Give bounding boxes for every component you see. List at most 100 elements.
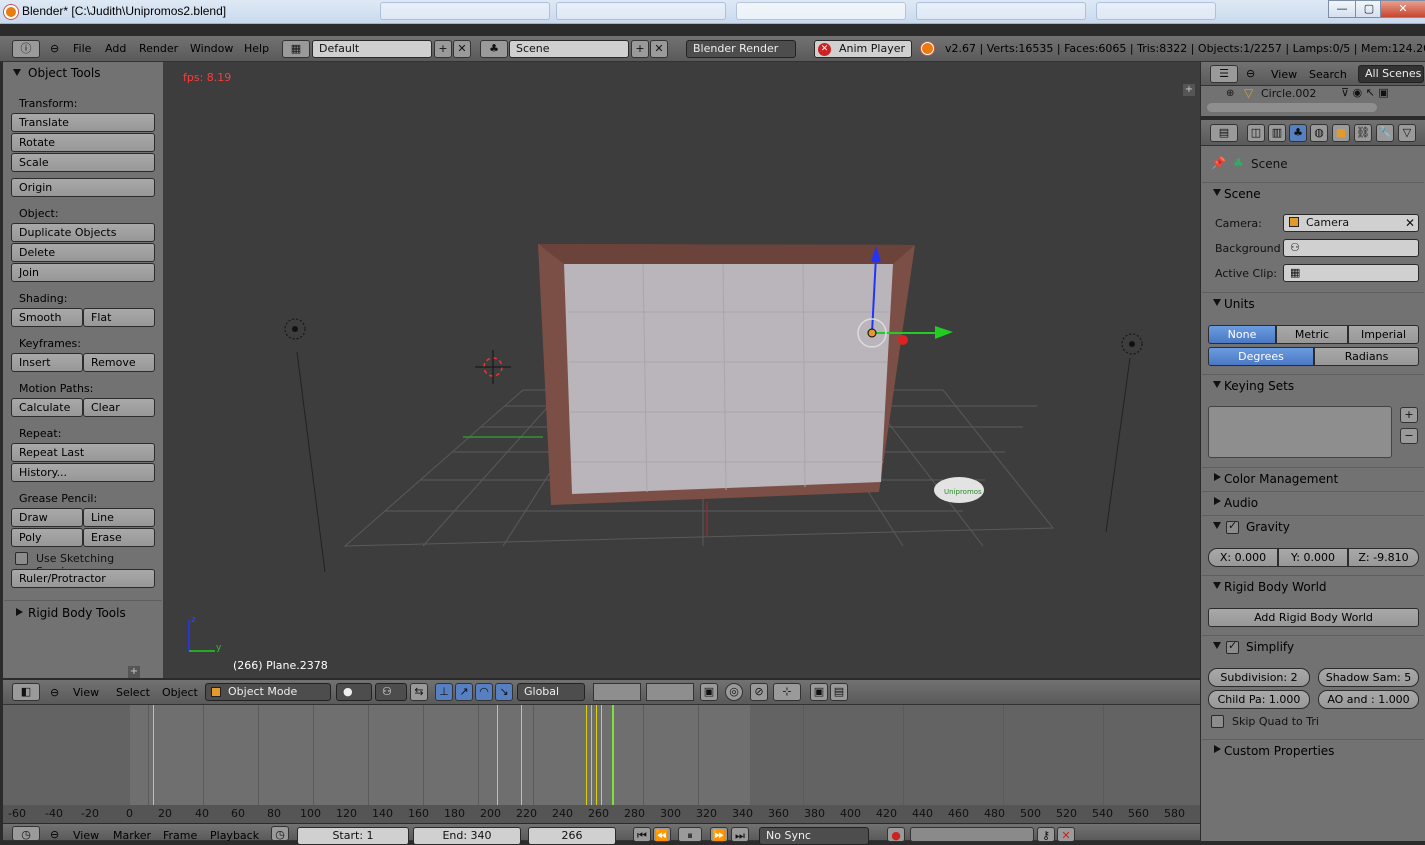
pin-icon[interactable]: 📌 <box>1211 156 1226 170</box>
menu-frame[interactable]: Frame <box>163 829 197 842</box>
rotate-manip-icon[interactable]: ◠ <box>475 683 493 701</box>
menu-file[interactable]: File <box>73 42 91 55</box>
layout-icon[interactable]: ▦ <box>282 40 310 58</box>
subdivision-field[interactable]: Subdivision: 2 <box>1208 668 1310 687</box>
smooth-button[interactable]: Smooth <box>11 308 83 327</box>
sketching-checkbox[interactable] <box>15 552 28 565</box>
tool-shelf-toggle-icon[interactable]: + <box>128 666 140 678</box>
add-keying-set-icon[interactable]: + <box>1400 407 1418 423</box>
ruler-button[interactable]: Ruler/Protractor <box>11 569 155 588</box>
translate-manip-icon[interactable]: ⊥ <box>435 683 453 701</box>
snap-element-icon[interactable]: ⊹ <box>773 683 801 701</box>
keyframe-marker[interactable] <box>586 705 587 805</box>
collapse-icon[interactable]: ⊖ <box>50 686 59 699</box>
scene-section-header[interactable]: Scene <box>1202 182 1424 206</box>
keying-set-field[interactable] <box>910 827 1034 842</box>
color-management-section-header[interactable]: Color Management <box>1202 467 1424 491</box>
sync-dropdown[interactable]: No Sync <box>759 827 869 845</box>
keying-sets-section-header[interactable]: Keying Sets <box>1202 374 1424 398</box>
collapse-icon[interactable]: ⊖ <box>50 42 59 55</box>
jump-end-icon[interactable]: ⏭ <box>731 827 749 842</box>
gravity-section-header[interactable]: Gravity <box>1202 515 1424 539</box>
expand-triangle-icon[interactable] <box>16 608 23 616</box>
remove-layout-icon[interactable]: ✕ <box>453 40 471 58</box>
next-keyframe-icon[interactable]: ⏩ <box>710 827 728 842</box>
menu-window[interactable]: Window <box>190 42 233 55</box>
menu-select[interactable]: Select <box>116 686 150 699</box>
outliner-scrollbar[interactable] <box>1207 103 1377 112</box>
preview-range-icon[interactable]: ◷ <box>271 826 289 841</box>
render-engine-dropdown[interactable]: Blender Render <box>686 40 796 58</box>
timeline-ruler[interactable]: -60 -40 -20 0 20 40 60 80 100 120 140 16… <box>3 805 1200 823</box>
layout-selector[interactable]: Default <box>312 40 432 58</box>
active-clip-field[interactable]: ▦ <box>1283 264 1419 282</box>
unit-radians-button[interactable]: Radians <box>1314 347 1419 366</box>
skip-quad-checkbox[interactable] <box>1211 715 1224 728</box>
properties-editor-icon[interactable]: ▤ <box>1210 124 1238 142</box>
insert-key-icon[interactable]: ⚷ <box>1037 827 1055 842</box>
scene-icon[interactable]: ♣ <box>480 40 508 58</box>
history-button[interactable]: History... <box>11 463 155 482</box>
camera-field[interactable]: Camera <box>1283 214 1419 232</box>
delete-key-icon[interactable]: ✕ <box>1057 827 1075 842</box>
join-button[interactable]: Join <box>11 263 155 282</box>
render-layers-tab-icon[interactable]: ▥ <box>1268 124 1286 142</box>
line-button[interactable]: Line <box>83 508 155 527</box>
collapse-icon[interactable]: ⊖ <box>1246 67 1255 80</box>
duplicate-objects-button[interactable]: Duplicate Objects <box>11 223 155 242</box>
unit-degrees-button[interactable]: Degrees <box>1208 347 1314 366</box>
draw-button[interactable]: Draw <box>11 508 83 527</box>
clear-button[interactable]: Clear <box>83 398 155 417</box>
3d-viewport[interactable]: fps: 8.19 Unipromos z y (266) Plane.2378… <box>163 62 1200 678</box>
pause-icon[interactable]: ⏸ <box>678 827 702 842</box>
collapse-icon[interactable]: ⊖ <box>50 828 59 841</box>
ao-field[interactable]: AO and : 1.000 <box>1318 690 1419 709</box>
simplify-checkbox[interactable] <box>1226 639 1239 654</box>
add-layout-icon[interactable]: + <box>434 40 452 58</box>
unit-metric-button[interactable]: Metric <box>1276 325 1348 344</box>
manipulator-toggle-icon[interactable]: ⇆ <box>410 683 428 701</box>
mode-dropdown[interactable]: Object Mode <box>205 683 331 701</box>
maximize-button[interactable]: ▢ <box>1355 0 1383 18</box>
prev-keyframe-icon[interactable]: ⏪ <box>653 827 671 842</box>
viewport-shading-dropdown[interactable]: ● <box>336 683 372 701</box>
keyframe-marker[interactable] <box>596 705 597 805</box>
timeline-area[interactable] <box>3 705 1200 805</box>
keyframe-marker[interactable] <box>591 705 592 805</box>
menu-marker[interactable]: Marker <box>113 829 151 842</box>
unit-imperial-button[interactable]: Imperial <box>1348 325 1419 344</box>
clear-camera-icon[interactable]: ✕ <box>1405 216 1415 230</box>
unit-none-button[interactable]: None <box>1208 325 1276 344</box>
close-button[interactable]: ✕ <box>1380 0 1425 18</box>
keyframe-marker[interactable] <box>153 705 154 805</box>
pivot-dropdown[interactable]: ⚇ <box>375 683 407 701</box>
add-rigid-body-world-button[interactable]: Add Rigid Body World <box>1208 608 1419 627</box>
editor-type-icon[interactable]: ⓘ <box>12 40 40 58</box>
erase-button[interactable]: Erase <box>83 528 155 547</box>
menu-tl-view[interactable]: View <box>73 829 99 842</box>
start-frame-field[interactable]: Start: 1 <box>297 827 409 845</box>
background-field[interactable]: ⚇ <box>1283 239 1419 257</box>
data-tab-icon[interactable]: ▽ <box>1398 124 1416 142</box>
outliner-filter-dropdown[interactable]: All Scenes <box>1358 65 1424 83</box>
gravity-checkbox[interactable] <box>1226 519 1239 534</box>
outliner-menu-view[interactable]: View <box>1271 68 1297 81</box>
scene-canvas[interactable]: Unipromos z y <box>163 62 1200 678</box>
view3d-editor-icon[interactable]: ◧ <box>12 683 40 701</box>
object-tools-title[interactable]: Object Tools <box>28 66 100 80</box>
keyframe-marker[interactable] <box>497 705 498 805</box>
render-anim-icon[interactable]: ▤ <box>830 683 848 701</box>
insert-keyframe-button[interactable]: Insert <box>11 353 83 372</box>
world-tab-icon[interactable]: ◍ <box>1310 124 1328 142</box>
current-frame-field[interactable]: 266 <box>528 827 616 845</box>
shadow-samples-field[interactable]: Shadow Sam: 5 <box>1318 668 1419 687</box>
scale-button[interactable]: Scale <box>11 153 155 172</box>
layers-grid-a[interactable] <box>593 683 641 701</box>
rigid-body-tools-title[interactable]: Rigid Body Tools <box>28 606 126 620</box>
child-particles-field[interactable]: Child Pa: 1.000 <box>1208 690 1310 709</box>
remove-keying-set-icon[interactable]: − <box>1400 428 1418 444</box>
menu-add[interactable]: Add <box>105 42 126 55</box>
outliner-item-circle[interactable]: Circle.002 <box>1261 87 1316 100</box>
simplify-section-header[interactable]: Simplify <box>1202 635 1424 659</box>
object-tab-icon[interactable]: ■ <box>1332 124 1350 142</box>
